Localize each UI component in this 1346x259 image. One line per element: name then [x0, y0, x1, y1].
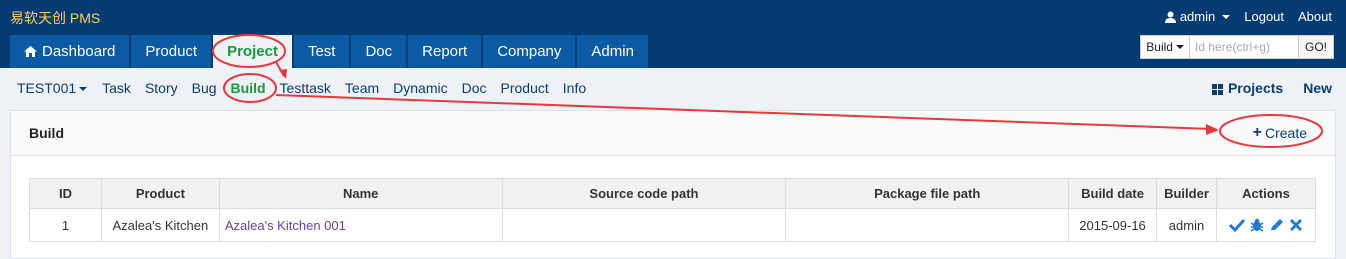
cell-actions [1215, 208, 1317, 242]
column-header[interactable]: Package file path [785, 178, 1070, 209]
subnav-item-dynamic[interactable]: Dynamic [393, 80, 447, 96]
tab-label: Report [422, 43, 468, 60]
user-name: admin [1179, 9, 1216, 24]
table-header-row: ID Product Name Source code path Package… [29, 178, 1317, 209]
tab-label: Test [307, 43, 336, 60]
search-type-select[interactable]: Build [1141, 36, 1190, 58]
search-go-button[interactable]: GO! [1297, 36, 1333, 58]
subnav-item-story[interactable]: Story [145, 80, 178, 96]
tab-label: Doc [365, 43, 393, 60]
user-menu[interactable]: admin [1164, 9, 1231, 24]
tab-label: Company [497, 43, 562, 60]
cell-builder: admin [1156, 208, 1217, 242]
new-project-link[interactable]: New [1303, 80, 1332, 96]
column-header[interactable]: ID [29, 178, 102, 209]
bug-icon[interactable] [1249, 218, 1265, 232]
tab-label: Project [227, 43, 278, 60]
column-header[interactable]: Source code path [501, 178, 787, 209]
check-icon[interactable] [1228, 218, 1245, 232]
column-header[interactable]: Product [100, 178, 220, 209]
create-label: Create [1264, 125, 1307, 141]
tab-label: Dashboard [42, 43, 116, 60]
projects-label: Projects [1227, 80, 1284, 96]
build-panel: Build + Create ID Product Name Source co… [10, 110, 1336, 259]
projects-link[interactable]: Projects [1211, 80, 1284, 96]
build-table: ID Product Name Source code path Package… [29, 178, 1317, 242]
subnav-item-testtask[interactable]: Testtask [280, 80, 331, 96]
column-header: Actions [1215, 178, 1317, 209]
subnav-item-team[interactable]: Team [345, 80, 379, 96]
column-header[interactable]: Builder [1156, 178, 1217, 209]
cell-name[interactable]: Azalea's Kitchen 001 [218, 208, 503, 242]
cell-source [501, 208, 787, 242]
panel-title: Build [29, 125, 64, 141]
project-actions: Projects New [1211, 80, 1332, 96]
project-name: TEST001 [17, 80, 77, 96]
plus-icon: + [1252, 124, 1262, 141]
search-box: Build Id here(ctrl+g) GO! [1140, 35, 1334, 59]
top-navbar: 易软天创 PMS admin Logout About Dashboard Pr… [0, 0, 1346, 68]
panel-header: Build [11, 111, 1335, 156]
subnav-item-task[interactable]: Task [102, 80, 131, 96]
logout-link[interactable]: Logout [1244, 9, 1284, 24]
pencil-icon[interactable] [1269, 218, 1285, 232]
table-row: 1 Azalea's Kitchen Azalea's Kitchen 001 … [29, 208, 1317, 242]
create-build-button[interactable]: + Create [1253, 124, 1307, 142]
home-icon [24, 46, 37, 57]
column-header[interactable]: Build date [1068, 178, 1157, 209]
user-icon [1164, 11, 1176, 23]
tab-project[interactable]: Project [213, 35, 292, 68]
cell-id: 1 [29, 208, 102, 242]
grid-icon [1211, 83, 1223, 95]
chevron-down-icon [1175, 45, 1184, 49]
tab-report[interactable]: Report [408, 35, 482, 68]
about-link[interactable]: About [1298, 9, 1332, 24]
subnav-item-product[interactable]: Product [501, 80, 549, 96]
cell-package [785, 208, 1070, 242]
brand-logo[interactable]: 易软天创 PMS [10, 8, 100, 28]
subnav-item-bug[interactable]: Bug [192, 80, 217, 96]
subnav-item-build[interactable]: Build [231, 80, 266, 96]
subnav-item-info[interactable]: Info [563, 80, 586, 96]
tab-label: Product [145, 43, 198, 60]
tab-dashboard[interactable]: Dashboard [10, 35, 130, 68]
cell-date: 2015-09-16 [1068, 208, 1157, 242]
subnav-item-doc[interactable]: Doc [462, 80, 487, 96]
column-header[interactable]: Name [218, 178, 503, 209]
cell-product: Azalea's Kitchen [100, 208, 220, 242]
chevron-down-icon [1222, 14, 1231, 19]
chevron-down-icon [79, 87, 88, 92]
tab-company[interactable]: Company [483, 35, 576, 68]
tab-product[interactable]: Product [131, 35, 212, 68]
tab-doc[interactable]: Doc [351, 35, 407, 68]
search-type-label: Build [1146, 40, 1173, 54]
project-subnav: TEST001 Task Story Bug Build Testtask Te… [0, 68, 1346, 108]
delete-icon[interactable] [1289, 218, 1303, 232]
project-switcher[interactable]: TEST001 [17, 80, 88, 96]
main-tabs: Dashboard Product Project Test Doc Repor… [10, 35, 648, 68]
search-input[interactable]: Id here(ctrl+g) [1190, 36, 1298, 58]
tab-admin[interactable]: Admin [577, 35, 648, 68]
tab-test[interactable]: Test [293, 35, 350, 68]
user-bar: admin Logout About [1164, 9, 1332, 24]
tab-label: Admin [591, 43, 634, 60]
